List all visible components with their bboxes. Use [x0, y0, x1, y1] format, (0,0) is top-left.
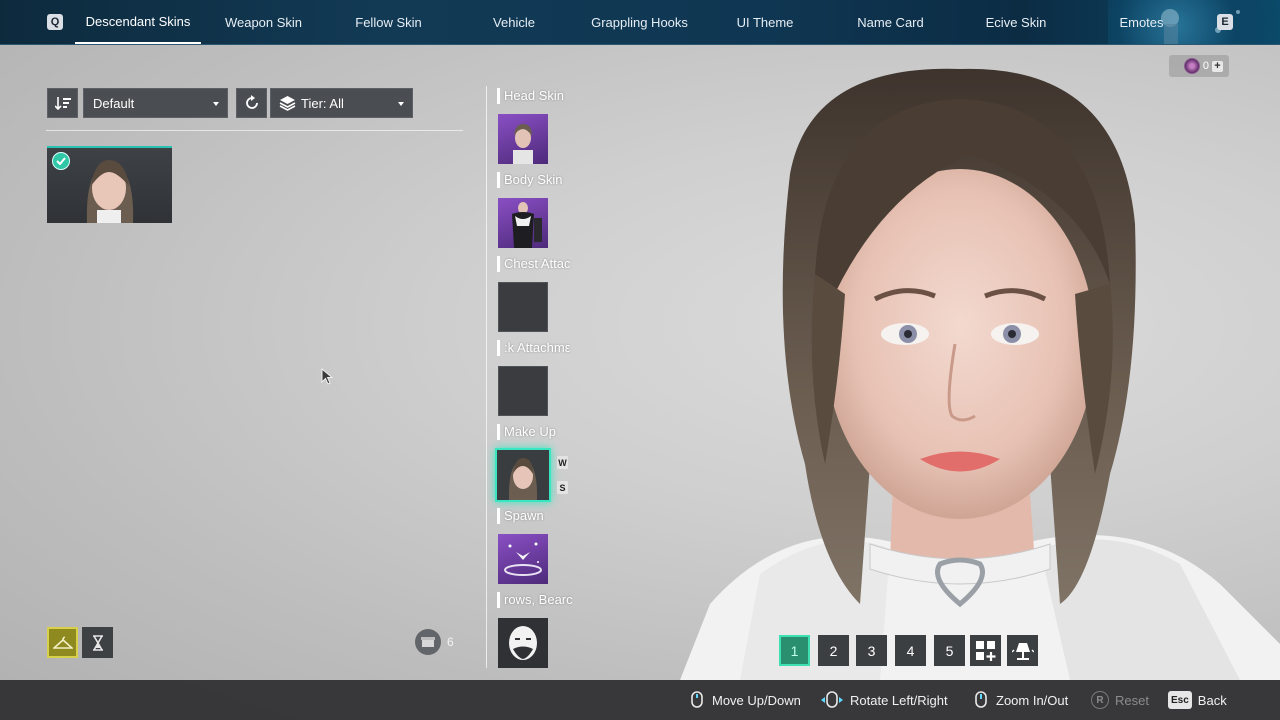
hint-back-label: Back	[1197, 692, 1227, 708]
equipped-check-icon	[52, 152, 70, 170]
reset-key: R	[1091, 691, 1109, 709]
purple-spawn-thumbnail	[504, 542, 542, 576]
sort-dropdown-value: Default	[93, 95, 135, 111]
lighting-button[interactable]	[1007, 635, 1038, 666]
currency-amount: 0	[1202, 60, 1209, 72]
hint-move[interactable]: Move Up/Down	[688, 680, 801, 720]
preset-1-button[interactable]: 1	[779, 635, 810, 666]
preset-5-button[interactable]: 5	[934, 635, 965, 666]
box-icon	[415, 629, 441, 655]
tab-weapon-skin[interactable]: Weapon Skin	[201, 0, 326, 44]
back-key: Esc	[1168, 691, 1192, 709]
preset-3-button[interactable]: 3	[856, 635, 887, 666]
limited-time-filter-button[interactable]	[82, 627, 113, 658]
prev-slot-key[interactable]: W	[557, 456, 568, 469]
hint-zoom-label: Zoom In/Out	[996, 692, 1069, 708]
face-silhouette-icon	[509, 626, 537, 660]
slot-label-spawn: Spawn	[497, 508, 572, 524]
slot-column-divider	[486, 86, 487, 668]
toolbar-divider	[46, 130, 463, 131]
refresh-icon	[245, 95, 258, 109]
add-currency-icon[interactable]: +	[1212, 60, 1223, 72]
slot-head-skin[interactable]	[498, 114, 548, 164]
hint-rotate[interactable]: Rotate Left/Right	[820, 680, 948, 720]
prev-tab-key[interactable]: Q	[47, 14, 63, 30]
tab-ui-theme[interactable]: UI Theme	[702, 0, 828, 44]
slot-label-head-skin: Head Skin	[497, 88, 572, 104]
hint-reset-label: Reset	[1115, 692, 1149, 708]
slot-back-attachment[interactable]	[498, 366, 548, 416]
slot-label-brows-beard: rows, Bearc	[497, 592, 572, 608]
chevron-down-icon	[398, 102, 404, 106]
category-tabs: Descendant Skins Weapon Skin Fellow Skin…	[75, 0, 1079, 44]
tab-ecive-skin[interactable]: Ecive Skin	[953, 0, 1079, 44]
character-preview[interactable]	[640, 44, 1280, 680]
sort-dropdown[interactable]: Default	[83, 88, 228, 118]
tab-vehicle[interactable]: Vehicle	[451, 0, 577, 44]
slot-label-back-attachment: :k Attachmε	[497, 340, 572, 356]
slot-spawn[interactable]	[498, 534, 548, 584]
slot-chest-attachment[interactable]	[498, 282, 548, 332]
tab-name-card[interactable]: Name Card	[828, 0, 953, 44]
caliber-coin-icon	[1183, 58, 1200, 74]
hint-move-label: Move Up/Down	[712, 692, 801, 708]
next-tab-key[interactable]: E	[1217, 14, 1233, 30]
hourglass-icon	[92, 634, 103, 651]
lamp-icon	[1011, 642, 1034, 660]
slot-label-chest-attachment: Chest Attac	[497, 256, 572, 272]
slot-make-up[interactable]	[495, 448, 551, 502]
hint-rotate-label: Rotate Left/Right	[850, 692, 948, 708]
hanger-icon	[52, 636, 73, 649]
currency-display[interactable]: 0 +	[1169, 55, 1229, 77]
hint-back[interactable]: Esc Back	[1168, 680, 1227, 720]
layers-icon	[279, 96, 296, 111]
slot-brows-beard[interactable]	[498, 618, 548, 668]
mouse-icon	[975, 691, 987, 708]
sort-descending-icon	[54, 97, 71, 110]
purple-head-thumbnail	[513, 124, 533, 164]
inventory-count: 6	[447, 635, 454, 649]
tier-dropdown-value: Tier: All	[301, 95, 344, 111]
sort-order-button[interactable]	[47, 88, 78, 118]
reset-filter-button[interactable]	[236, 88, 267, 118]
selected-makeup-thumbnail	[508, 458, 538, 500]
tab-fellow-skin[interactable]: Fellow Skin	[326, 0, 451, 44]
chevron-down-icon	[213, 102, 219, 106]
mouse-icon	[691, 691, 703, 708]
slot-body-skin[interactable]	[498, 198, 548, 248]
equipped-filter-button[interactable]	[47, 627, 78, 658]
tab-emotes[interactable]: Emotes	[1104, 0, 1179, 44]
purple-body-thumbnail	[512, 202, 542, 248]
slot-label-make-up: Make Up	[497, 424, 572, 440]
tab-descendant-skins[interactable]: Descendant Skins	[75, 0, 201, 44]
control-hints-bar: Move Up/Down Rotate Left/Right Zoom In/O…	[0, 680, 1280, 720]
next-slot-key[interactable]: S	[557, 481, 568, 494]
mouse-icon	[821, 691, 843, 708]
grid-add-icon	[975, 640, 995, 661]
preset-2-button[interactable]: 2	[818, 635, 849, 666]
hint-reset[interactable]: R Reset	[1091, 680, 1149, 720]
preset-4-button[interactable]: 4	[895, 635, 926, 666]
tier-dropdown[interactable]: Tier: All	[270, 88, 413, 118]
slot-label-body-skin: Body Skin	[497, 172, 572, 188]
top-tab-bar: Q Descendant Skins Weapon Skin Fellow Sk…	[0, 0, 1280, 45]
skin-card-equipped[interactable]	[47, 146, 172, 223]
add-preset-button[interactable]	[970, 635, 1001, 666]
tab-grappling-hooks[interactable]: Grappling Hooks	[577, 0, 702, 44]
mouse-cursor-icon	[321, 368, 334, 385]
hint-zoom[interactable]: Zoom In/Out	[972, 680, 1068, 720]
